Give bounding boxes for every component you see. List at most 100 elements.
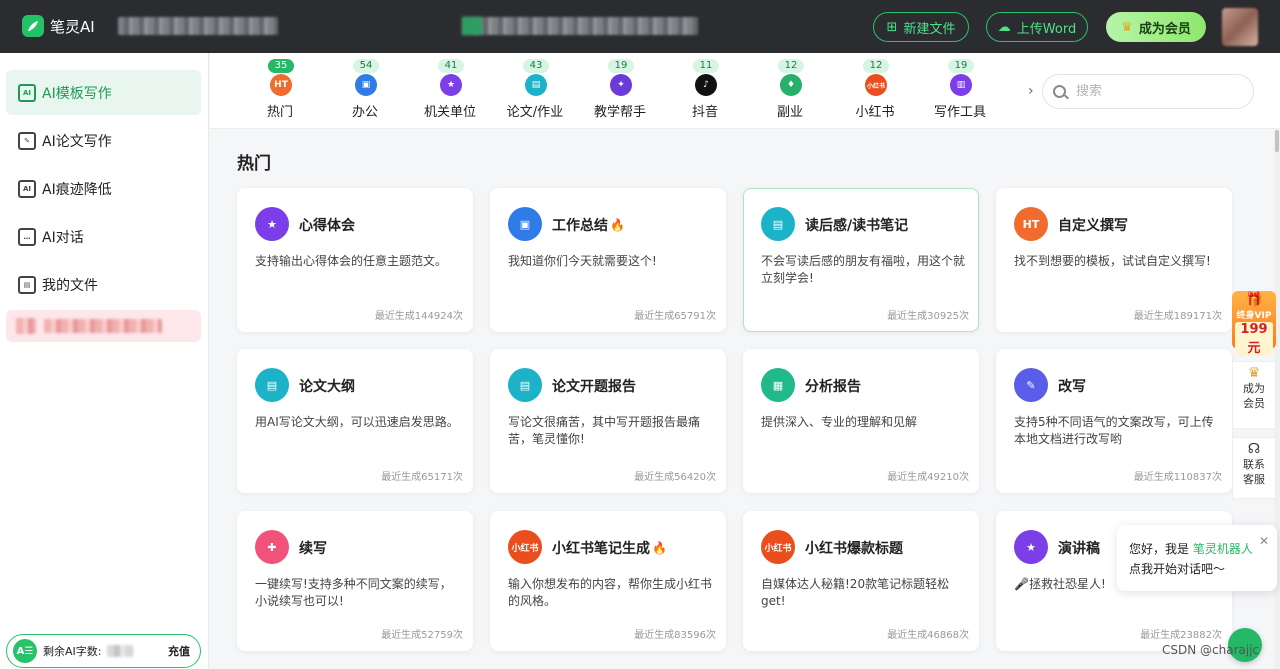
template-icon: ▤	[255, 368, 289, 402]
headset-icon: ☊	[1247, 441, 1261, 457]
category-count-badge: 35	[268, 59, 294, 73]
sidebar-item-ai-template[interactable]: AI AI模板写作	[6, 70, 201, 115]
category-bar: 35 HT 热门 54 ▣ 办公 41 ★ 机关单位 43 ▤ 论文/作业 19 ✦ 教学帮手 11 ♪ 抖音 12…	[210, 53, 1280, 129]
template-title-wrap: 心得体会	[299, 215, 355, 235]
template-title: 续写	[299, 541, 327, 557]
template-title: 论文大纲	[299, 379, 355, 395]
sidebar-item-label: AI模板写作	[42, 85, 112, 102]
category-tab[interactable]: 54 ▣ 办公	[325, 53, 405, 129]
sidebar-item-label: 我的文件	[42, 277, 98, 294]
chat-bubble-icon: …	[18, 227, 36, 246]
sidebar-item-ai-trace-reduce[interactable]: AI AI痕迹降低	[6, 166, 201, 211]
category-tab[interactable]: 12 小红书 小红书	[835, 53, 915, 129]
feather-logo-icon	[22, 15, 44, 37]
quota-badge-icon: A☰	[13, 639, 37, 663]
template-title: 分析报告	[805, 379, 861, 395]
become-vip-button[interactable]: ♛ 成为会员	[1106, 12, 1206, 42]
category-tab[interactable]: 12 ♦ 副业	[750, 53, 830, 129]
template-title: 小红书笔记生成	[552, 541, 650, 557]
template-description: 我知道你们今天就需要这个!	[508, 254, 657, 268]
recharge-button[interactable]: 充值	[168, 643, 190, 659]
category-count-badge: 43	[523, 59, 549, 73]
template-card[interactable]: ✚ 续写 一键续写!支持多种不同文案的续写，小说续写也可以! 最近生成52759次	[237, 511, 473, 651]
category-tab[interactable]: 19 ✦ 教学帮手	[580, 53, 660, 129]
template-usage-count: 最近生成23882次	[1140, 630, 1222, 641]
category-count-badge: 19	[948, 59, 974, 73]
category-icon: 小红书	[865, 74, 887, 96]
category-tab[interactable]: 35 HT 热门	[240, 53, 320, 129]
template-card[interactable]: 小红书 小红书爆款标题 自媒体达人秘籍!20款笔记标题轻松get! 最近生成46868…	[743, 511, 979, 651]
template-description: 输入你想发布的内容，帮你生成小红书的风格。	[508, 577, 713, 608]
template-usage-count: 最近生成65791次	[634, 311, 716, 322]
template-card[interactable]: ▤ 读后感/读书笔记 不会写读后感的朋友有福啦，用这个就立刻学会! 最近生成30925…	[743, 188, 979, 332]
sidebar: AI AI模板写作 ✎ AI论文写作 AI AI痕迹降低 … AI对话 ▤ 我的…	[0, 53, 209, 669]
search-input[interactable]	[1076, 84, 1226, 99]
become-vip-label: 成为会员	[1138, 21, 1191, 37]
category-label: 教学帮手	[593, 105, 646, 120]
float-contact-support[interactable]: ☊ 联系客服	[1232, 437, 1276, 499]
template-card[interactable]: ▣ 工作总结 🔥 我知道你们今天就需要这个! 最近生成65791次	[490, 188, 726, 332]
template-icon: HT	[1014, 207, 1048, 241]
sidebar-item-ai-paper[interactable]: ✎ AI论文写作	[6, 118, 201, 163]
paper-edit-icon: ✎	[18, 131, 36, 150]
template-title: 读后感/读书笔记	[805, 218, 909, 234]
template-usage-count: 最近生成83596次	[634, 630, 716, 641]
category-label: 写作工具	[933, 105, 986, 120]
template-card[interactable]: ★ 心得体会 支持输出心得体会的任意主题范文。 最近生成144924次	[237, 188, 473, 332]
template-card[interactable]: HT 自定义撰写找不到想要的模板，试试自定义撰写! 最近生成189171次	[996, 188, 1232, 332]
category-count-badge: 54	[353, 59, 379, 73]
redacted-promo-icon	[16, 318, 36, 334]
template-card[interactable]: ✎ 改写 支持5种不同语气的文案改写，可上传本地文档进行改写哟 最近生成110837次	[996, 349, 1232, 493]
sidebar-item-label: AI痕迹降低	[42, 181, 112, 198]
template-title: 自定义撰写	[1058, 218, 1128, 234]
category-icon: ✦	[610, 74, 632, 96]
template-card[interactable]: 小红书 小红书笔记生成 🔥 输入你想发布的内容，帮你生成小红书的风格。 最近生成8359…	[490, 511, 726, 651]
template-card[interactable]: ▤ 论文大纲 用AI写论文大纲，可以迅速启发思路。 最近生成65171次	[237, 349, 473, 493]
sidebar-item-ai-chat[interactable]: … AI对话	[6, 214, 201, 259]
template-title-wrap: 小红书爆款标题	[805, 538, 903, 558]
template-card[interactable]: ▦ 分析报告 提供深入、专业的理解和见解 最近生成49210次	[743, 349, 979, 493]
category-icon: ▤	[525, 74, 547, 96]
float-contact-support-label: 联系客服	[1243, 458, 1265, 486]
sidebar-promo[interactable]	[6, 310, 201, 342]
template-icon: ▤	[508, 368, 542, 402]
template-title-wrap: 自定义撰写	[1058, 215, 1128, 235]
redacted-document-title	[462, 17, 698, 35]
template-usage-count: 最近生成49210次	[887, 472, 969, 483]
category-count-badge: 41	[438, 59, 464, 73]
flame-icon: 🔥	[652, 541, 667, 555]
category-label: 小红书	[855, 105, 895, 120]
template-description: 一键续写!支持多种不同文案的续写，小说续写也可以!	[255, 577, 452, 608]
avatar[interactable]	[1222, 8, 1258, 46]
template-card[interactable]: ▤ 论文开题报告 写论文很痛苦，其中写开题报告最痛苦，笔灵懂你! 最近生成56420次	[490, 349, 726, 493]
scrollbar-thumb[interactable]	[1275, 130, 1279, 152]
category-tab[interactable]: 11 ♪ 抖音	[665, 53, 745, 129]
template-title-wrap: 续写	[299, 538, 327, 558]
template-usage-count: 最近生成189171次	[1133, 311, 1222, 322]
sidebar-item-my-files[interactable]: ▤ 我的文件	[6, 262, 201, 307]
redacted-promo-text	[44, 319, 162, 333]
template-title-wrap: 改写	[1058, 376, 1086, 396]
category-tab[interactable]: 43 ▤ 论文/作业	[495, 53, 575, 129]
chat-greeting-popup[interactable]: ✕ 您好，我是 笔灵机器人 点我开始对话吧～	[1117, 525, 1277, 591]
template-description: 找不到想要的模板，试试自定义撰写!	[1014, 254, 1211, 268]
upload-word-button[interactable]: ☁ 上传Word	[986, 12, 1088, 42]
template-icon: ✚	[255, 530, 289, 564]
new-file-button[interactable]: ⊞ 新建文件	[873, 12, 969, 42]
template-title: 工作总结	[552, 218, 608, 234]
close-icon[interactable]: ✕	[1259, 531, 1269, 551]
category-icon: ▥	[950, 74, 972, 96]
search-icon	[1053, 85, 1066, 98]
category-tab[interactable]: 19 ▥ 写作工具	[920, 53, 1000, 129]
lifetime-vip-promo[interactable]: 🎁 终身VIP 199元	[1232, 291, 1276, 356]
search-box[interactable]	[1042, 74, 1254, 109]
ai-quota-bar: A☰ 剩余AI字数: 充值	[6, 634, 201, 668]
chevron-right-icon[interactable]: ›	[1028, 83, 1034, 99]
chat-greeting-cta: 点我开始对话吧～	[1129, 562, 1226, 576]
chat-greeting-text: 您好，我是	[1129, 542, 1190, 556]
chat-robot-name[interactable]: 笔灵机器人	[1193, 542, 1253, 556]
brand[interactable]: 笔灵AI	[22, 15, 95, 37]
category-tab[interactable]: 41 ★ 机关单位	[410, 53, 490, 129]
float-become-vip[interactable]: ♛ 成为会员	[1232, 361, 1276, 429]
template-icon: 小红书	[761, 530, 795, 564]
